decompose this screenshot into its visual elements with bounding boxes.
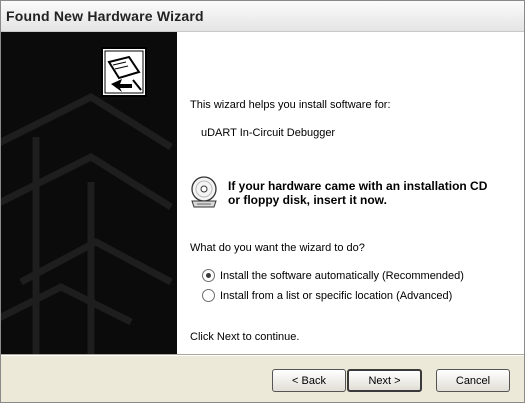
sidebar-graphic	[1, 47, 173, 354]
cd-notice-line-1: If your hardware came with an installati…	[228, 179, 488, 193]
wizard-window: Found New Hardware Wizard This wizard he…	[0, 0, 525, 403]
option-install-automatically-label[interactable]: Install the software automatically (Reco…	[220, 270, 464, 282]
back-button[interactable]: < Back	[272, 369, 346, 392]
device-name: uDART In-Circuit Debugger	[201, 127, 336, 139]
radio-install-automatically[interactable]	[202, 269, 215, 282]
window-title: Found New Hardware Wizard	[6, 8, 204, 24]
option-install-from-list-label[interactable]: Install from a list or specific location…	[220, 290, 452, 302]
question-text: What do you want the wizard to do?	[190, 242, 365, 254]
next-button[interactable]: Next >	[347, 369, 422, 392]
continue-hint: Click Next to continue.	[190, 331, 300, 343]
cd-disc-icon	[191, 176, 217, 208]
cd-notice-line-2: or floppy disk, insert it now.	[228, 193, 387, 207]
cd-notice: If your hardware came with an installati…	[228, 179, 487, 207]
radio-install-from-list[interactable]	[202, 289, 215, 302]
cancel-button[interactable]: Cancel	[436, 369, 510, 392]
wizard-sidebar	[1, 32, 177, 354]
hardware-installer-icon	[101, 47, 147, 97]
intro-text: This wizard helps you install software f…	[190, 99, 391, 111]
title-bar[interactable]: Found New Hardware Wizard	[1, 1, 524, 32]
option-install-from-list[interactable]: Install from a list or specific location…	[202, 289, 452, 302]
footer-divider	[1, 354, 524, 356]
option-install-automatically[interactable]: Install the software automatically (Reco…	[202, 269, 464, 282]
wizard-content: This wizard helps you install software f…	[177, 32, 524, 354]
